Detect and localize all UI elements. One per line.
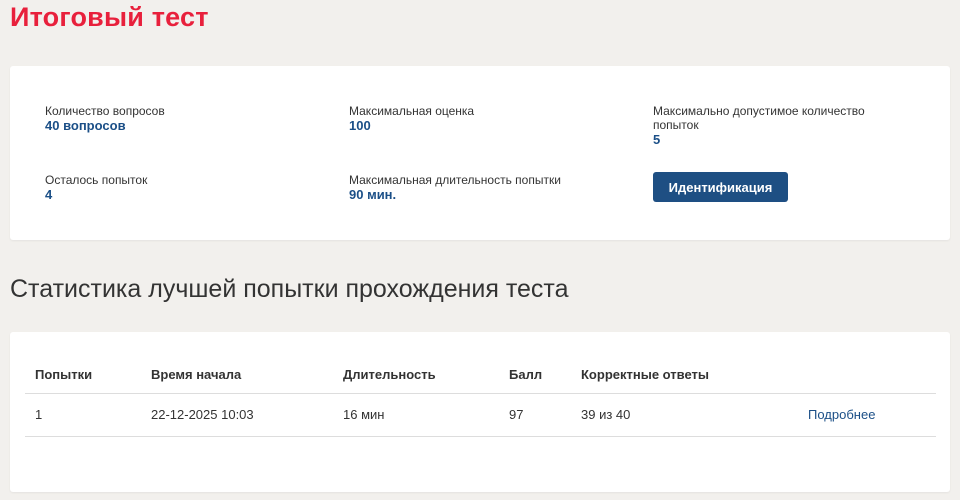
table-header-row: Попытки Время начала Длительность Балл К… [25,357,936,394]
max-grade-label: Максимальная оценка [349,104,475,118]
cell-correct: 39 из 40 [571,393,798,437]
cell-duration: 16 мин [333,393,499,437]
max-grade-value: 100 [349,118,371,133]
cell-start-time: 22-12-2025 10:03 [141,393,333,437]
attempts-left-label: Осталось попыток [45,173,148,187]
cell-attempt: 1 [25,393,141,437]
max-duration-value: 90 мин. [349,187,397,202]
identification-button[interactable]: Идентификация [653,172,788,202]
stats-card: Попытки Время начала Длительность Балл К… [10,332,950,492]
questions-count-item: Количество вопросов 40 вопросов [45,104,165,133]
column-header-duration: Длительность [333,357,499,394]
cell-actions: Подробнее [798,393,936,437]
column-header-start-time: Время начала [141,357,333,394]
attempts-table: Попытки Время начала Длительность Балл К… [25,357,936,437]
column-header-score: Балл [499,357,571,394]
max-duration-label: Максимальная длительность попытки [349,173,561,187]
max-grade-item: Максимальная оценка 100 [349,104,474,133]
max-attempts-label: Максимально допустимое количество попыто… [653,104,865,132]
column-header-actions [798,357,936,394]
max-attempts-value: 5 [653,132,661,147]
cell-score: 97 [499,393,571,437]
questions-count-value: 40 вопросов [45,118,126,133]
column-header-correct: Корректные ответы [571,357,798,394]
max-attempts-item: Максимально допустимое количество попыто… [653,104,893,147]
max-duration-item: Максимальная длительность попытки 90 мин… [349,173,561,202]
test-info-card: Количество вопросов 40 вопросов Максимал… [10,66,950,240]
attempts-left-item: Осталось попыток 4 [45,173,147,202]
stats-section-title: Статистика лучшей попытки прохождения те… [10,275,569,303]
attempts-left-value: 4 [45,187,53,202]
column-header-attempt: Попытки [25,357,141,394]
page-title: Итоговый тест [10,2,209,32]
questions-count-label: Количество вопросов [45,104,165,118]
details-link[interactable]: Подробнее [808,407,875,422]
table-row: 1 22-12-2025 10:03 16 мин 97 39 из 40 По… [25,393,936,437]
